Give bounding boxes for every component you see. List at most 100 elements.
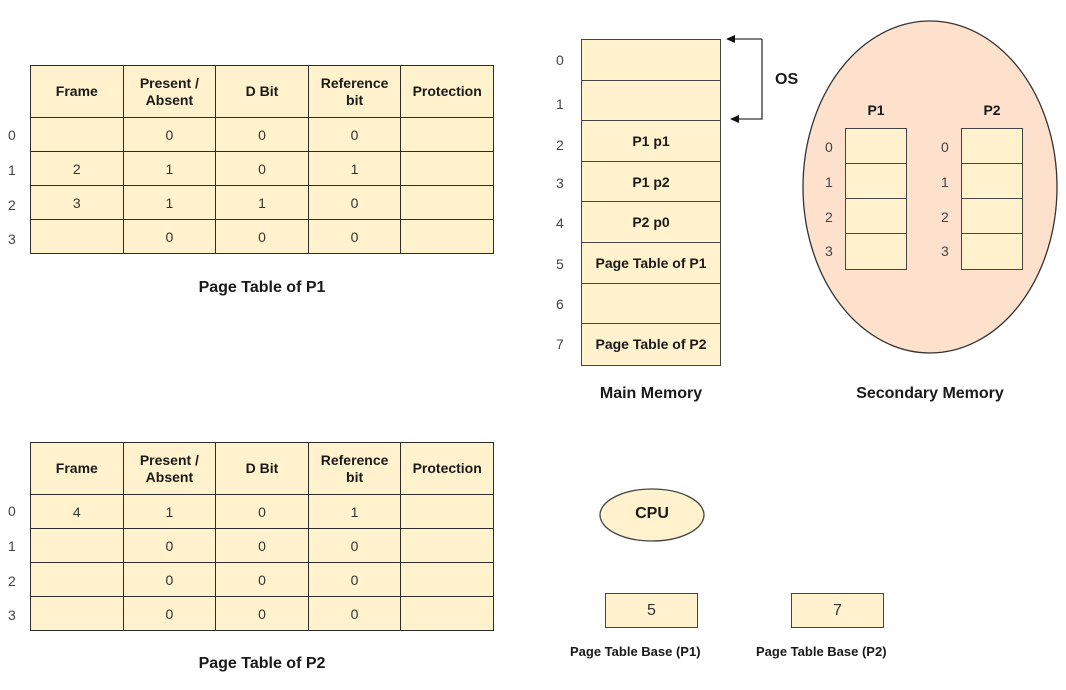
memory-frame: Page Table of P1	[582, 243, 720, 284]
page-table-base-register-p2: 7	[791, 593, 884, 628]
memory-frame: P1 p2	[582, 162, 720, 203]
page-slot	[846, 199, 906, 234]
table-row: 0 0 0	[30, 596, 494, 631]
cell-refbit: 0	[307, 219, 402, 254]
table-row: 3 1 1 0	[30, 185, 494, 220]
cell-protection	[400, 185, 494, 220]
memory-frame	[582, 284, 720, 325]
cell-present: 1	[122, 151, 217, 186]
cell-protection	[400, 151, 494, 186]
frame-index: 5	[556, 256, 564, 272]
header-reference-bit: Reference bit	[307, 65, 402, 118]
cell-protection	[400, 528, 494, 563]
cell-present: 0	[122, 117, 217, 152]
arrow-left-icon	[726, 35, 735, 43]
memory-frame: P1 p1	[582, 121, 720, 162]
cell-frame: 3	[30, 185, 124, 220]
page-index: 3	[825, 243, 833, 259]
table-row: 4 1 0 1	[30, 494, 494, 529]
cell-present: 0	[122, 596, 217, 631]
table-header-row: Frame Present / Absent D Bit Reference b…	[30, 442, 494, 495]
process-p1-pages	[845, 128, 907, 270]
cell-refbit: 1	[307, 151, 402, 186]
secondary-memory-caption: Secondary Memory	[856, 385, 1004, 402]
cell-present: 0	[122, 562, 217, 597]
memory-frame: P2 p0	[582, 202, 720, 243]
cell-dbit: 0	[215, 596, 309, 631]
row-index: 3	[8, 231, 16, 247]
row-index: 2	[8, 197, 16, 213]
cell-dbit: 0	[215, 562, 309, 597]
header-present-absent: Present / Absent	[122, 442, 217, 495]
cell-frame	[30, 117, 124, 152]
page-slot	[962, 234, 1022, 269]
row-index: 1	[8, 162, 16, 178]
cell-dbit: 0	[215, 494, 309, 529]
page-table-p2-caption: Page Table of P2	[198, 655, 326, 672]
page-slot	[846, 164, 906, 199]
cell-protection	[400, 219, 494, 254]
cpu-label: CPU	[635, 505, 669, 522]
cell-dbit: 0	[215, 151, 309, 186]
cell-present: 1	[122, 494, 217, 529]
frame-index: 7	[556, 336, 564, 352]
page-index: 1	[941, 174, 949, 190]
header-d-bit: D Bit	[215, 442, 309, 495]
memory-frame	[582, 81, 720, 122]
page-table-base-label-p2: Page Table Base (P2)	[756, 644, 887, 659]
cell-protection	[400, 494, 494, 529]
frame-index: 1	[556, 96, 564, 112]
arrow-left-icon	[730, 115, 739, 123]
cell-protection	[400, 596, 494, 631]
row-index: 3	[8, 607, 16, 623]
frame-index: 3	[556, 175, 564, 191]
os-bracket-line	[736, 39, 763, 120]
cell-protection	[400, 117, 494, 152]
cell-dbit: 1	[215, 185, 309, 220]
page-slot	[962, 129, 1022, 164]
memory-frame: Page Table of P2	[595, 336, 707, 353]
cell-frame: 4	[30, 494, 124, 529]
frame-index: 6	[556, 296, 564, 312]
cell-refbit: 1	[307, 494, 402, 529]
page-slot	[962, 164, 1022, 199]
page-index: 3	[941, 243, 949, 259]
row-index: 0	[8, 503, 16, 519]
cell-protection	[400, 562, 494, 597]
cell-refbit: 0	[307, 185, 402, 220]
table-row: 0 0 0	[30, 562, 494, 597]
cell-refbit: 0	[307, 562, 402, 597]
header-frame: Frame	[30, 442, 124, 495]
cell-frame	[30, 219, 124, 254]
cell-dbit: 0	[215, 219, 309, 254]
page-index: 1	[825, 174, 833, 190]
cell-frame	[30, 596, 124, 631]
page-index: 0	[941, 139, 949, 155]
process-p1-title: P1	[867, 102, 885, 118]
header-protection: Protection	[400, 65, 494, 118]
header-d-bit: D Bit	[215, 65, 309, 118]
page-index: 0	[825, 139, 833, 155]
page-table-p1-grid: Frame Present / Absent D Bit Reference b…	[30, 65, 494, 254]
header-present-absent: Present / Absent	[122, 65, 217, 118]
page-table-p1-caption: Page Table of P1	[198, 279, 326, 296]
page-slot	[846, 129, 906, 164]
os-bracket-arrows	[726, 35, 763, 123]
page-table-base-register-p1: 5	[605, 593, 698, 628]
process-p2-pages	[961, 128, 1023, 270]
cell-refbit: 0	[307, 596, 402, 631]
os-label: OS	[775, 71, 799, 88]
page-index: 2	[825, 209, 833, 225]
header-protection: Protection	[400, 442, 494, 495]
page-slot	[846, 234, 906, 269]
cell-dbit: 0	[215, 117, 309, 152]
table-row: 0 0 0	[30, 117, 494, 152]
page-slot	[962, 199, 1022, 234]
cell-dbit: 0	[215, 528, 309, 563]
row-index: 2	[8, 573, 16, 589]
page-table-p2-grid: Frame Present / Absent D Bit Reference b…	[30, 442, 494, 631]
cell-refbit: 0	[307, 528, 402, 563]
cell-present: 0	[122, 219, 217, 254]
table-header-row: Frame Present / Absent D Bit Reference b…	[30, 65, 494, 118]
row-index: 0	[8, 127, 16, 143]
